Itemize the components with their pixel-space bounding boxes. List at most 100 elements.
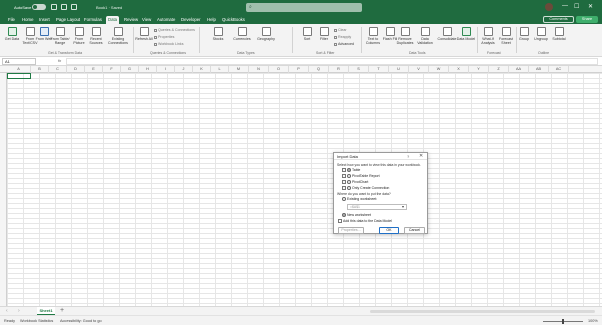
radio-new-worksheet[interactable] (342, 213, 346, 218)
radio-existing-worksheet[interactable] (342, 197, 346, 202)
recent-sources-button[interactable]: Recent Sources (86, 27, 106, 45)
column-header[interactable]: J (175, 66, 193, 73)
zoom-slider-thumb[interactable] (562, 319, 564, 324)
column-header[interactable]: P (289, 66, 309, 73)
radio-pivottable[interactable] (347, 174, 351, 179)
previous-sheet-icon[interactable]: ‹ (6, 308, 8, 314)
stocks-button[interactable]: Stocks (206, 27, 230, 41)
comments-button[interactable]: Comments (543, 16, 574, 23)
range-input[interactable]: =$A$1 (347, 204, 407, 210)
column-header[interactable]: S (349, 66, 369, 73)
collapse-range-icon[interactable]: ▾ (402, 204, 404, 209)
column-header[interactable]: AC (549, 66, 569, 73)
from-table-range-button[interactable]: From Table/ Range (50, 27, 70, 45)
tab-developer[interactable]: Developer (179, 16, 203, 24)
data-model-button[interactable]: Data Model (456, 27, 476, 41)
tab-data[interactable]: Data (106, 16, 120, 24)
share-button[interactable]: Share (576, 16, 598, 23)
horizontal-scrollbar[interactable] (370, 310, 595, 313)
zoom-level[interactable]: 100% (588, 319, 598, 323)
subtotal-button[interactable]: Subtotal (550, 27, 568, 41)
tab-formulas[interactable]: Formulas (82, 16, 104, 24)
existing-connections-button[interactable]: Existing Connections (108, 27, 128, 45)
help-icon[interactable]: ? (407, 154, 409, 159)
column-header[interactable]: M (229, 66, 249, 73)
group-button[interactable]: Group (516, 27, 532, 41)
clear-button[interactable]: Clear (334, 28, 347, 32)
tab-automate[interactable]: Automate (155, 16, 177, 24)
filter-button[interactable]: Filter (314, 27, 334, 41)
option-pivottable[interactable]: PivotTable Report (342, 174, 380, 179)
option-existing-worksheet[interactable]: Existing worksheet: (342, 197, 377, 202)
minimize-button[interactable]: — (562, 3, 568, 9)
forecast-sheet-button[interactable]: Forecast Sheet (496, 27, 516, 45)
column-header[interactable]: L (211, 66, 229, 73)
option-table[interactable]: Table (342, 168, 360, 173)
cancel-button[interactable]: Cancel (404, 227, 425, 234)
close-icon[interactable]: ✕ (419, 153, 423, 159)
tab-insert[interactable]: Insert (37, 16, 52, 24)
column-header[interactable]: K (193, 66, 211, 73)
column-header[interactable]: V (409, 66, 429, 73)
save-icon[interactable] (51, 4, 57, 10)
column-header[interactable]: T (369, 66, 389, 73)
column-header[interactable]: E (85, 66, 103, 73)
column-header[interactable]: I (157, 66, 175, 73)
option-new-worksheet[interactable]: New worksheet (342, 213, 371, 218)
advanced-button[interactable]: Advanced (334, 42, 354, 46)
remove-duplicates-button[interactable]: Remove Duplicates (395, 27, 415, 45)
row-headers[interactable] (0, 73, 7, 306)
tab-review[interactable]: Review (122, 16, 140, 24)
redo-icon[interactable] (71, 4, 77, 10)
column-header[interactable]: C (49, 66, 67, 73)
ungroup-button[interactable]: Ungroup (532, 27, 550, 41)
refresh-all-button[interactable]: Refresh All (134, 27, 154, 41)
active-cell[interactable] (7, 73, 31, 79)
next-sheet-icon[interactable]: › (18, 308, 20, 314)
column-header[interactable]: O (269, 66, 289, 73)
add-to-data-model[interactable]: Add this data to the Data Model (338, 219, 392, 224)
maximize-button[interactable]: ☐ (574, 3, 579, 10)
reapply-button[interactable]: Reapply (334, 35, 351, 39)
radio-table[interactable] (347, 168, 351, 173)
properties-button[interactable]: Properties... (338, 227, 364, 234)
get-data-button[interactable]: Get Data (2, 27, 22, 41)
undo-icon[interactable] (61, 4, 67, 10)
close-button[interactable]: ✕ (588, 3, 593, 10)
consolidate-button[interactable]: Consolidate (437, 27, 457, 41)
column-header[interactable]: F (103, 66, 121, 73)
column-header[interactable]: G (121, 66, 139, 73)
column-header[interactable]: X (449, 66, 469, 73)
function-icon[interactable]: fx (58, 58, 61, 63)
column-header[interactable]: D (67, 66, 85, 73)
column-header[interactable]: N (249, 66, 269, 73)
column-header[interactable]: Q (309, 66, 329, 73)
column-header[interactable]: A (7, 66, 31, 73)
autosave-toggle[interactable] (32, 4, 46, 10)
what-if-analysis-button[interactable]: What-If Analysis (478, 27, 498, 45)
column-header[interactable]: AB (529, 66, 549, 73)
currencies-button[interactable]: Currencies (230, 27, 254, 41)
accessibility-status[interactable]: Accessibility: Good to go (60, 319, 102, 323)
properties-button[interactable]: Properties (154, 35, 174, 39)
search-box[interactable]: ⌕ (246, 3, 362, 12)
cell-area[interactable] (7, 73, 602, 306)
column-header[interactable]: AA (509, 66, 529, 73)
column-header[interactable]: R (329, 66, 349, 73)
tab-view[interactable]: View (140, 16, 153, 24)
avatar[interactable] (545, 3, 553, 11)
column-header[interactable]: W (429, 66, 449, 73)
option-connection[interactable]: Only Create Connection (342, 186, 389, 191)
column-header[interactable]: B (31, 66, 49, 73)
data-validation-button[interactable]: Data Validation (415, 27, 435, 45)
radio-pivotchart[interactable] (347, 180, 351, 185)
column-header[interactable]: Y (469, 66, 489, 73)
workbook-links-button[interactable]: Workbook Links (154, 42, 184, 46)
tab-quickbooks[interactable]: QuickBooks (220, 16, 247, 24)
workbook-statistics[interactable]: Workbook Statistics (20, 319, 53, 323)
name-box[interactable]: A1 (2, 58, 36, 65)
column-header[interactable]: U (389, 66, 409, 73)
tab-file[interactable]: File (6, 16, 17, 24)
add-sheet-button[interactable]: + (60, 307, 64, 314)
tab-home[interactable]: Home (20, 16, 35, 24)
